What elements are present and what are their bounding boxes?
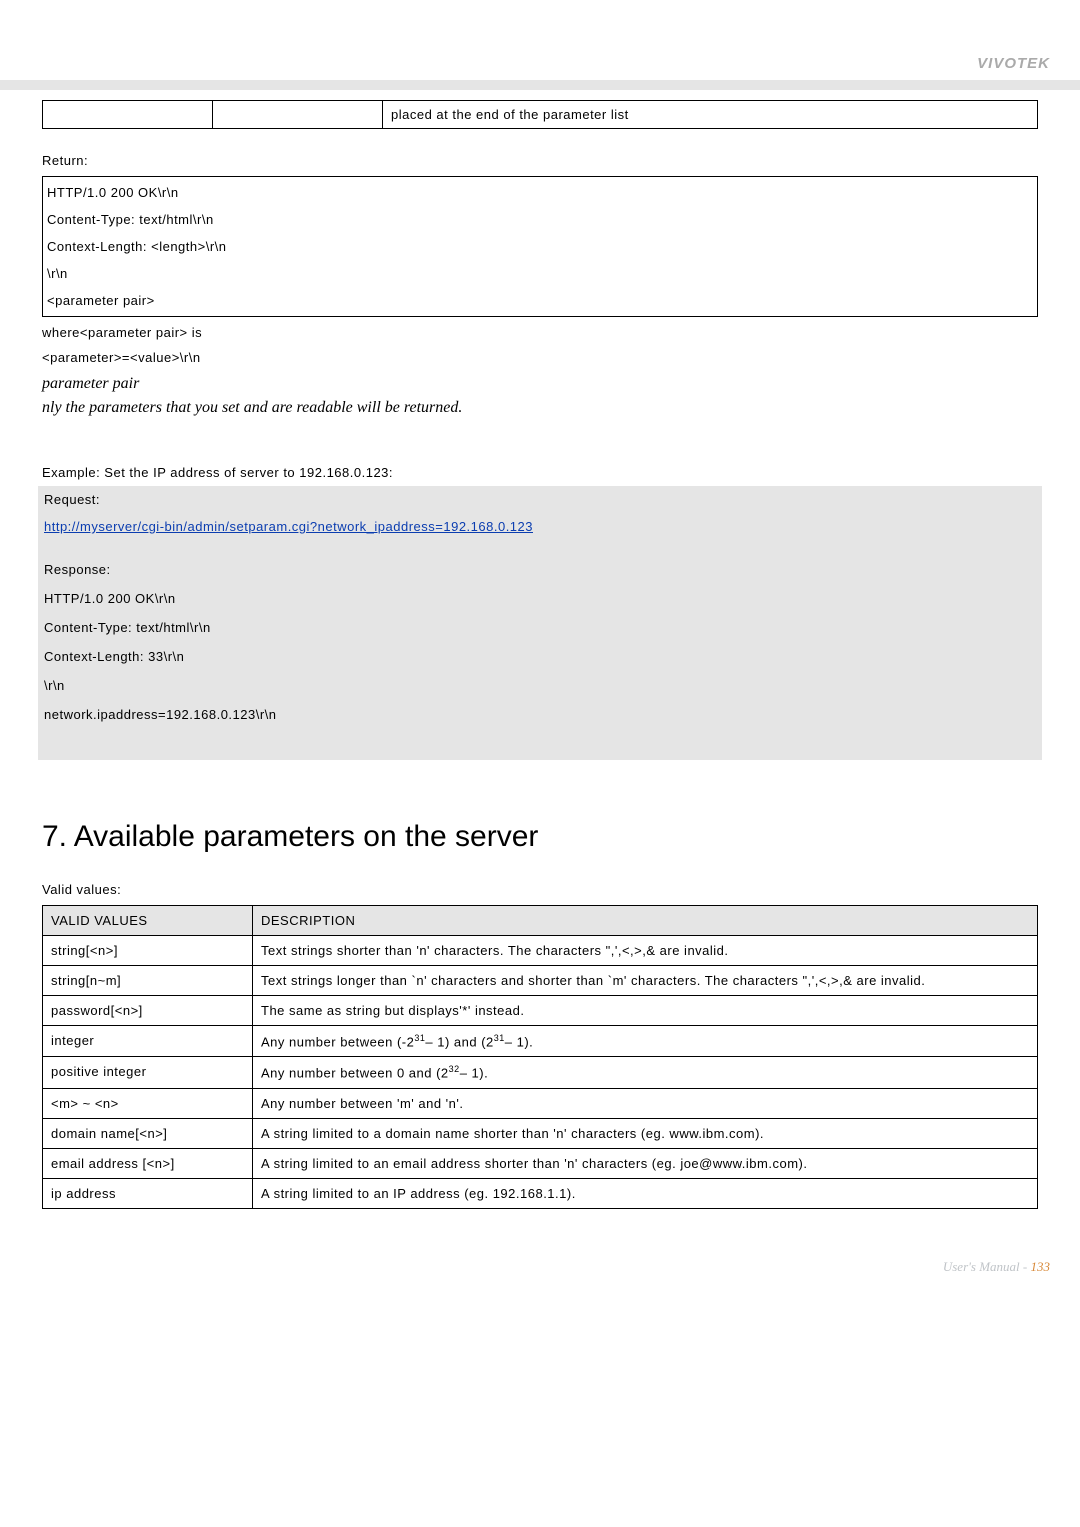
footer-text: User's Manual - [943,1259,1031,1274]
top-cell-2 [213,101,383,129]
return-label: Return: [42,153,1038,168]
response-label: Response: [44,562,1036,577]
top-fragment-table: placed at the end of the parameter list [42,100,1038,129]
example-block: Request: http://myserver/cgi-bin/admin/s… [38,486,1042,760]
valid-values-table: VALID VALUES DESCRIPTION string[<n>]Text… [42,905,1038,1209]
description-cell: The same as string but displays'*' inste… [253,996,1038,1026]
valid-value-cell: password[<n>] [43,996,253,1026]
description-cell: A string limited to an email address sho… [253,1148,1038,1178]
description-cell: Text strings shorter than 'n' characters… [253,936,1038,966]
description-cell: A string limited to an IP address (eg. 1… [253,1178,1038,1208]
valid-value-cell: <m> ~ <n> [43,1088,253,1118]
description-cell: Any number between 'm' and 'n'. [253,1088,1038,1118]
valid-value-cell: positive integer [43,1057,253,1088]
valid-value-cell: integer [43,1026,253,1057]
table-header-valid: VALID VALUES [43,906,253,936]
response-line: Context-Length: 33\r\n [44,649,1036,664]
section-heading: 7. Available parameters on the server [42,820,1038,854]
response-line: network.ipaddress=192.168.0.123\r\n [44,707,1036,722]
response-line: HTTP/1.0 200 OK\r\n [44,591,1036,606]
return-box: HTTP/1.0 200 OK\r\n Content-Type: text/h… [42,176,1038,317]
table-row: ip addressA string limited to an IP addr… [43,1178,1038,1208]
return-line: <parameter pair> [47,293,1029,308]
table-row: password[<n>]The same as string but disp… [43,996,1038,1026]
description-cell: Any number between 0 and (232– 1). [253,1057,1038,1088]
valid-value-cell: ip address [43,1178,253,1208]
header-strip [0,80,1080,90]
top-cell-3: placed at the end of the parameter list [383,101,1038,129]
return-line: HTTP/1.0 200 OK\r\n [47,185,1029,200]
italic-note-1: parameter pair [42,375,1038,393]
response-line: \r\n [44,678,1036,693]
description-cell: Any number between (-231– 1) and (231– 1… [253,1026,1038,1057]
footer-page-number: 133 [1031,1259,1051,1274]
response-line: Content-Type: text/html\r\n [44,620,1036,635]
valid-value-cell: string[n~m] [43,966,253,996]
description-cell: Text strings longer than `n' characters … [253,966,1038,996]
brand-label: VIVOTEK [977,55,1050,72]
table-header-desc: DESCRIPTION [253,906,1038,936]
request-label: Request: [44,492,1036,507]
valid-value-cell: string[<n>] [43,936,253,966]
return-line: Content-Type: text/html\r\n [47,212,1029,227]
request-url-link[interactable]: http://myserver/cgi-bin/admin/setparam.c… [44,519,533,534]
where-line: where<parameter pair> is [42,325,1038,340]
valid-value-cell: domain name[<n>] [43,1118,253,1148]
table-row: <m> ~ <n>Any number between 'm' and 'n'. [43,1088,1038,1118]
return-line: Context-Length: <length>\r\n [47,239,1029,254]
example-label: Example: Set the IP address of server to… [42,465,1038,480]
param-value-line: <parameter>=<value>\r\n [42,350,1038,365]
valid-value-cell: email address [<n>] [43,1148,253,1178]
table-row: string[n~m]Text strings longer than `n' … [43,966,1038,996]
page-footer: User's Manual - 133 [0,1229,1080,1295]
top-cell-1 [43,101,213,129]
table-row: domain name[<n>]A string limited to a do… [43,1118,1038,1148]
italic-note-2: nly the parameters that you set and are … [42,399,1038,417]
table-row: string[<n>]Text strings shorter than 'n'… [43,936,1038,966]
table-row: integerAny number between (-231– 1) and … [43,1026,1038,1057]
table-row: positive integerAny number between 0 and… [43,1057,1038,1088]
valid-values-label: Valid values: [42,882,1038,897]
description-cell: A string limited to a domain name shorte… [253,1118,1038,1148]
table-row: email address [<n>]A string limited to a… [43,1148,1038,1178]
return-line: \r\n [47,266,1029,281]
